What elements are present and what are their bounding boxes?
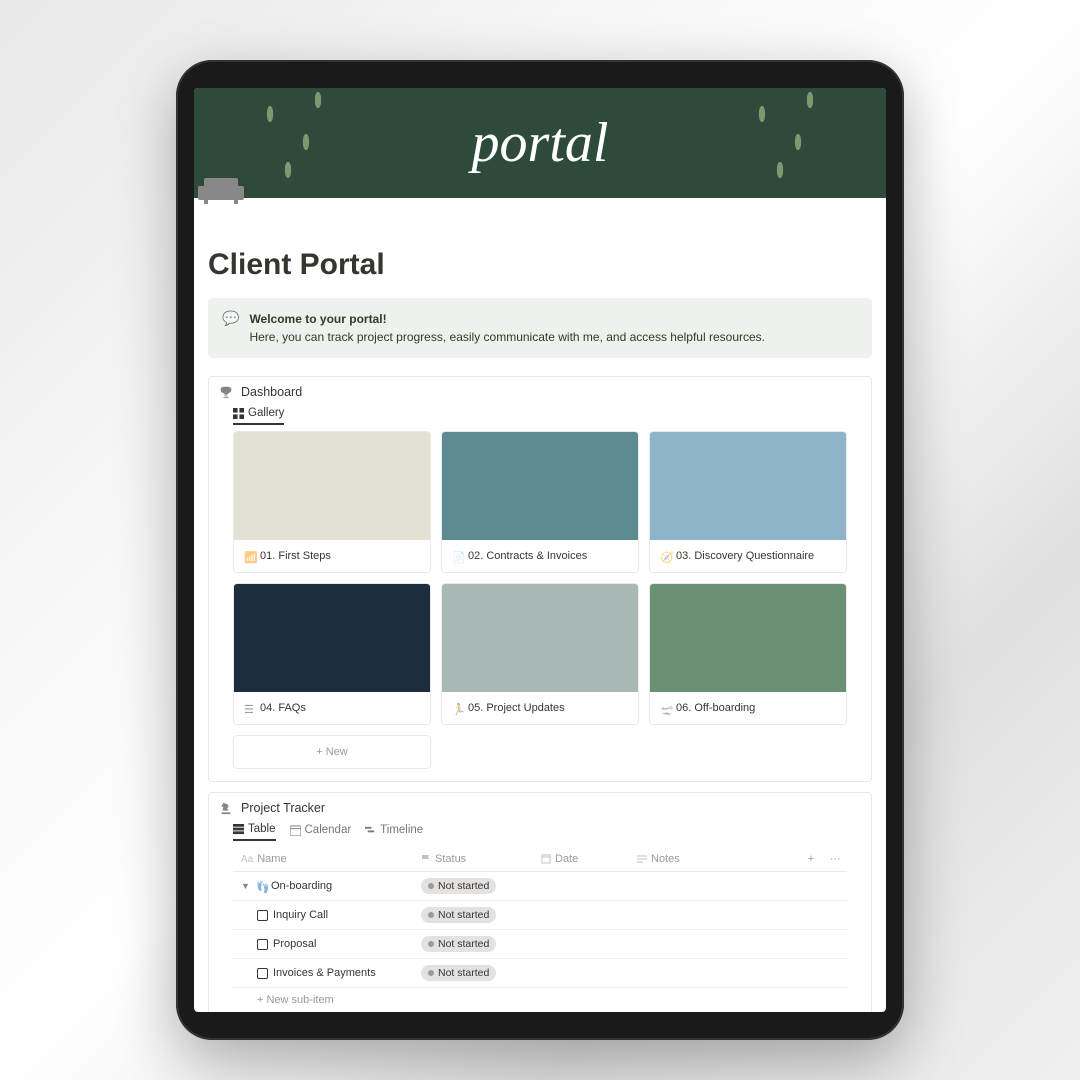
flag-icon xyxy=(421,854,431,864)
column-notes[interactable]: Notes xyxy=(629,847,799,871)
columns-more-button[interactable]: ··· xyxy=(823,847,847,871)
gallery-view-label: Gallery xyxy=(248,407,284,419)
status-badge[interactable]: Not started xyxy=(421,965,496,981)
calendar-icon xyxy=(290,825,301,836)
gallery-card[interactable]: 📄 02. Contracts & Invoices xyxy=(441,431,639,573)
column-name[interactable]: AaName xyxy=(233,847,413,871)
gallery-card[interactable]: 🏃 05. Project Updates xyxy=(441,583,639,725)
cover-title: portal xyxy=(472,111,609,175)
new-card-button[interactable]: + New xyxy=(233,735,431,769)
callout-body-text: Here, you can track project progress, ea… xyxy=(249,330,765,344)
calendar-tab-label: Calendar xyxy=(305,824,352,836)
card-cover xyxy=(234,584,430,692)
card-cover xyxy=(650,432,846,540)
card-label-text: 03. Discovery Questionnaire xyxy=(676,550,814,562)
row-emoji-icon: 👣 xyxy=(256,881,266,891)
checkbox[interactable] xyxy=(257,968,268,979)
gallery-icon xyxy=(233,408,244,419)
cover-image: portal xyxy=(194,88,886,198)
subrow-name: Invoices & Payments xyxy=(273,967,376,979)
status-badge[interactable]: Not started xyxy=(421,878,496,894)
card-icon: 🏃 xyxy=(452,703,462,713)
checkbox[interactable] xyxy=(257,910,268,921)
card-icon: ☰ xyxy=(244,703,254,713)
card-icon: 📄 xyxy=(452,551,462,561)
tracker-title: Project Tracker xyxy=(241,801,325,815)
chess-knight-icon xyxy=(219,801,233,815)
table-tab-label: Table xyxy=(248,823,276,835)
column-status[interactable]: Status xyxy=(413,847,533,871)
tracker-section: Project Tracker Table Calendar Timeline xyxy=(208,792,872,1012)
timeline-icon xyxy=(365,825,376,836)
gallery-card[interactable]: 📶 01. First Steps xyxy=(233,431,431,573)
toggle-icon[interactable]: ▼ xyxy=(241,881,251,891)
card-label-text: 01. First Steps xyxy=(260,550,331,562)
dashboard-title: Dashboard xyxy=(241,385,302,399)
gallery-view-tab[interactable]: Gallery xyxy=(233,407,284,425)
subrow-name: Proposal xyxy=(273,938,316,950)
speech-bubble-icon: 💬 xyxy=(222,310,239,346)
table-subrow[interactable]: Invoices & Payments Not started xyxy=(233,959,847,988)
table-row[interactable]: ▼ 👣 On-boarding Not started xyxy=(233,872,847,901)
callout-heading: Welcome to your portal! xyxy=(249,312,386,326)
checkbox[interactable] xyxy=(257,939,268,950)
card-cover xyxy=(650,584,846,692)
tablet-frame: portal Client Portal 💬 Welcome to your p… xyxy=(176,60,904,1040)
table-icon xyxy=(233,824,244,835)
tracker-header: Project Tracker xyxy=(219,801,861,815)
card-icon: 📶 xyxy=(244,551,254,561)
trophy-icon xyxy=(219,385,233,399)
add-column-button[interactable]: + xyxy=(799,847,823,871)
card-icon: 🧭 xyxy=(660,551,670,561)
card-cover xyxy=(234,432,430,540)
card-label-text: 05. Project Updates xyxy=(468,702,565,714)
timeline-view-tab[interactable]: Timeline xyxy=(365,823,423,841)
calendar-view-tab[interactable]: Calendar xyxy=(290,823,352,841)
gallery-card[interactable]: 🧭 03. Discovery Questionnaire xyxy=(649,431,847,573)
card-label-text: 02. Contracts & Invoices xyxy=(468,550,587,562)
table-view-tab[interactable]: Table xyxy=(233,823,276,841)
new-subitem-button[interactable]: + New sub-item xyxy=(233,988,847,1012)
status-badge[interactable]: Not started xyxy=(421,907,496,923)
card-cover xyxy=(442,432,638,540)
card-icon: 🛫 xyxy=(660,703,670,713)
calendar-small-icon xyxy=(541,854,551,864)
timeline-tab-label: Timeline xyxy=(380,824,423,836)
gallery-card[interactable]: ☰ 04. FAQs xyxy=(233,583,431,725)
table-subrow[interactable]: Inquiry Call Not started xyxy=(233,901,847,930)
card-label-text: 04. FAQs xyxy=(260,702,306,714)
card-label-text: 06. Off-boarding xyxy=(676,702,755,714)
dashboard-header: Dashboard xyxy=(219,385,861,399)
row-name: On-boarding xyxy=(271,880,332,892)
table-subrow[interactable]: Proposal Not started xyxy=(233,930,847,959)
column-date[interactable]: Date xyxy=(533,847,629,871)
page-title: Client Portal xyxy=(194,248,886,298)
dashboard-section: Dashboard Gallery 📶 01. First Steps 📄 02. … xyxy=(208,376,872,782)
notes-icon xyxy=(637,854,647,864)
gallery-card[interactable]: 🛫 06. Off-boarding xyxy=(649,583,847,725)
screen: portal Client Portal 💬 Welcome to your p… xyxy=(194,88,886,1012)
welcome-callout: 💬 Welcome to your portal! Here, you can … xyxy=(208,298,872,358)
card-cover xyxy=(442,584,638,692)
subrow-name: Inquiry Call xyxy=(273,909,328,921)
status-badge[interactable]: Not started xyxy=(421,936,496,952)
page-icon-couch[interactable] xyxy=(198,172,244,206)
page-content: Client Portal 💬 Welcome to your portal! … xyxy=(194,198,886,1012)
table-header-row: AaName Status Date Notes + ··· xyxy=(233,847,847,872)
